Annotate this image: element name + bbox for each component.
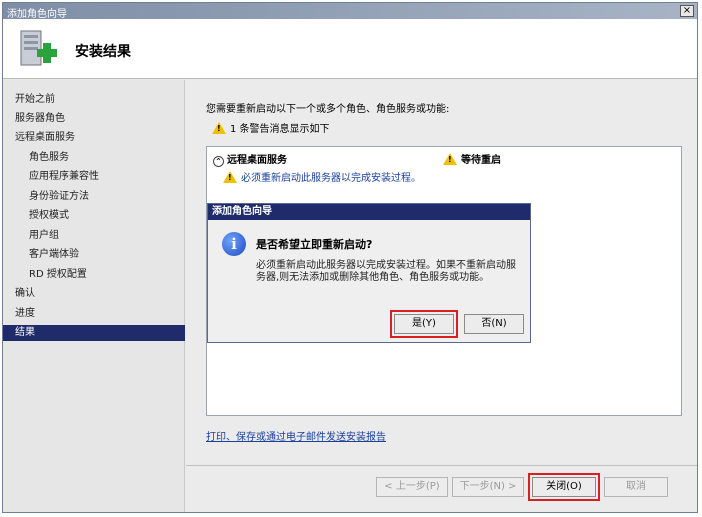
warning-summary-text: 1 条警告消息显示如下 bbox=[230, 124, 330, 135]
page-title: 安装结果 bbox=[75, 44, 131, 60]
step-rd-licensing-config[interactable]: RD 授权配置 bbox=[29, 267, 87, 283]
step-licensing-mode[interactable]: 授权模式 bbox=[29, 208, 69, 224]
warning-icon bbox=[223, 171, 237, 183]
result-role-name: 远程桌面服务 bbox=[227, 155, 287, 166]
window-title: 添加角色向导 bbox=[7, 9, 67, 20]
result-role-row[interactable]: ⌃ 远程桌面服务 bbox=[213, 151, 287, 167]
close-button-highlight bbox=[528, 473, 600, 501]
restart-dialog: 添加角色向导 i 是否希望立即重新启动? 必须重新启动此服务器以完成安装过程。如… bbox=[207, 203, 531, 343]
dialog-question: 是否希望立即重新启动? bbox=[256, 238, 373, 251]
warning-icon bbox=[212, 122, 226, 134]
wizard-steps: 开始之前 服务器角色 远程桌面服务 角色服务 应用程序兼容性 身份验证方法 授权… bbox=[3, 80, 185, 512]
step-before-you-begin[interactable]: 开始之前 bbox=[15, 92, 55, 108]
step-role-services[interactable]: 角色服务 bbox=[29, 150, 69, 166]
result-status-text: 等待重启 bbox=[461, 155, 501, 166]
step-results[interactable]: 结果 bbox=[3, 325, 185, 341]
previous-button[interactable]: < 上一步(P) bbox=[376, 477, 448, 497]
result-message: 必须重新启动此服务器以完成安装过程。 bbox=[223, 169, 421, 184]
intro-text: 您需要重新启动以下一个或多个角色、角色服务或功能: bbox=[206, 104, 450, 115]
result-message-text: 必须重新启动此服务器以完成安装过程。 bbox=[241, 173, 421, 184]
step-authentication-method[interactable]: 身份验证方法 bbox=[29, 189, 89, 205]
step-progress[interactable]: 进度 bbox=[15, 306, 35, 322]
step-client-experience[interactable]: 客户端体验 bbox=[29, 247, 79, 263]
result-status: 等待重启 bbox=[443, 151, 501, 166]
server-add-icon bbox=[20, 30, 57, 66]
yes-button-highlight bbox=[390, 310, 458, 338]
step-confirmation[interactable]: 确认 bbox=[15, 286, 35, 302]
close-icon[interactable]: × bbox=[680, 5, 694, 17]
wizard-header: 安装结果 bbox=[3, 19, 697, 79]
collapse-icon[interactable]: ⌃ bbox=[213, 156, 224, 167]
dialog-title[interactable]: 添加角色向导 bbox=[208, 204, 530, 220]
step-app-compatibility[interactable]: 应用程序兼容性 bbox=[29, 169, 99, 185]
cancel-button[interactable]: 取消 bbox=[604, 477, 668, 497]
no-button[interactable]: 否(N) bbox=[464, 314, 524, 334]
info-icon: i bbox=[222, 232, 246, 256]
footer-divider bbox=[186, 465, 697, 466]
warning-icon bbox=[443, 153, 457, 165]
report-link[interactable]: 打印、保存或通过电子邮件发送安装报告 bbox=[206, 428, 386, 443]
title-bar[interactable]: 添加角色向导 × bbox=[3, 3, 697, 20]
dialog-message: 必须重新启动此服务器以完成安装过程。如果不重新启动服务器,则无法添加或删除其他角… bbox=[256, 260, 516, 283]
warning-summary: 1 条警告消息显示如下 bbox=[212, 120, 330, 135]
next-button[interactable]: 下一步(N) > bbox=[452, 477, 524, 497]
step-server-roles[interactable]: 服务器角色 bbox=[15, 111, 65, 127]
step-remote-desktop-services[interactable]: 远程桌面服务 bbox=[15, 130, 75, 146]
step-user-groups[interactable]: 用户组 bbox=[29, 228, 59, 244]
